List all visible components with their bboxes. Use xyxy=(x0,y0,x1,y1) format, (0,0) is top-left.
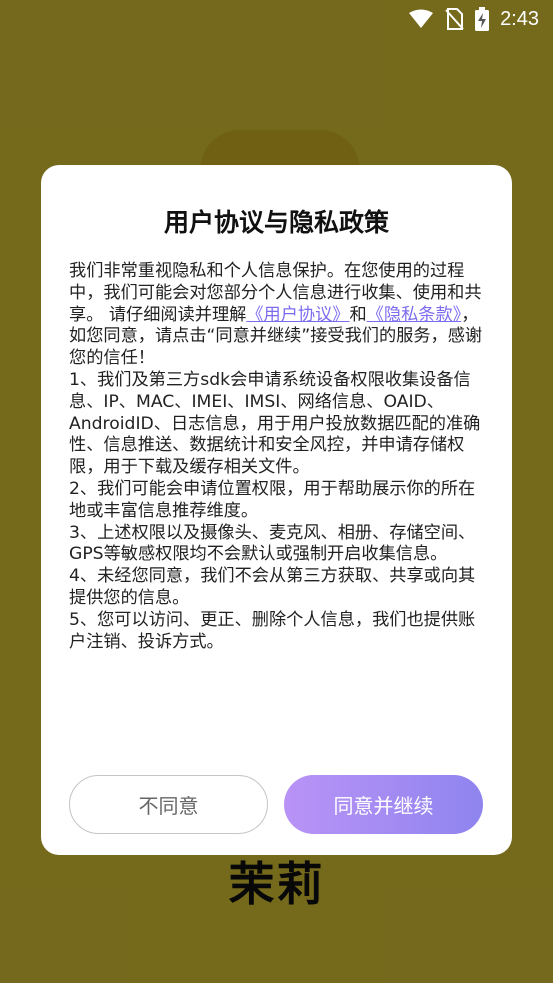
disagree-button[interactable]: 不同意 xyxy=(69,775,268,834)
status-time: 2:43 xyxy=(500,7,539,30)
intro-paragraph: 我们非常重视隐私和个人信息保护。在您使用的过程中，我们可能会对您部分个人信息进行… xyxy=(69,261,487,370)
battery-charging-icon xyxy=(474,7,490,31)
wifi-icon xyxy=(408,9,434,29)
terms-item-4: 4、未经您同意，我们不会从第三方获取、共享或向其提供您的信息。 xyxy=(69,566,476,608)
privacy-policy-link[interactable]: 《隐私条款》 xyxy=(367,305,462,325)
terms-item-3: 3、上述权限以及摄像头、麦克风、相册、存储空间、GPS等敏感权限均不会默认或强制… xyxy=(69,522,476,565)
user-agreement-link[interactable]: 《用户协议》 xyxy=(246,305,349,325)
dialog-body: 我们非常重视隐私和个人信息保护。在您使用的过程中，我们可能会对您部分个人信息进行… xyxy=(69,261,487,653)
terms-item-1: 1、我们及第三方sdk会申请系统设备权限收集设备信息、IP、MAC、IMEI、I… xyxy=(69,369,481,478)
intro-and-text: 和 xyxy=(349,304,367,325)
no-sim-icon xyxy=(444,8,464,30)
privacy-dialog: 用户协议与隐私政策 我们非常重视隐私和个人信息保护。在您使用的过程中，我们可能会… xyxy=(41,165,512,855)
status-bar: 2:43 xyxy=(0,0,553,38)
terms-item-5: 5、您可以访问、更正、删除个人信息，我们也提供账户注销、投诉方式。 xyxy=(69,609,476,652)
terms-item-2: 2、我们可能会申请位置权限，用于帮助展示你的所在地或丰富信息推荐维度。 xyxy=(69,478,476,521)
dialog-title: 用户协议与隐私政策 xyxy=(163,208,389,237)
agree-continue-button[interactable]: 同意并继续 xyxy=(284,775,483,834)
